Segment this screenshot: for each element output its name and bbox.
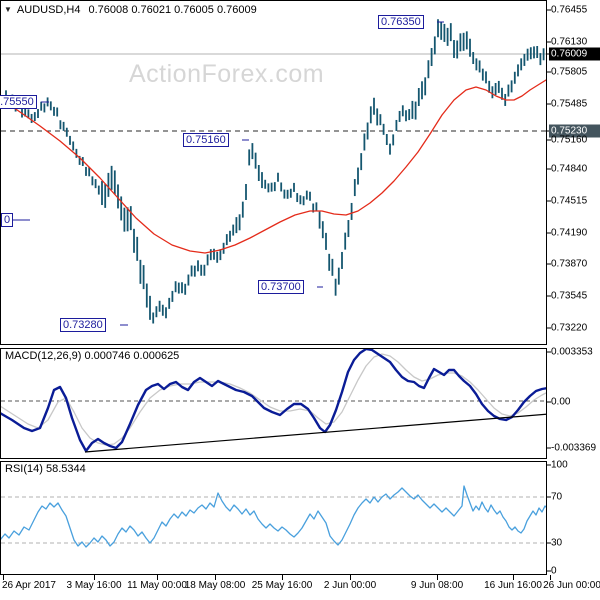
rsi-axis-label: 100 (551, 459, 568, 471)
date-axis-label: 11 May 00:00 (127, 580, 187, 591)
date-axis-label: 16 Jun 16:00 (484, 580, 542, 591)
watermark-text: ActionForex.com (129, 60, 325, 88)
price-axis-label: 0.76455 (551, 4, 588, 16)
date-axis-label: 2 Jun 00:00 (323, 580, 377, 591)
rsi-axis-label: 70 (551, 491, 563, 503)
price-tag-annotation: 0.75550 (0, 95, 37, 109)
date-axis-label: 9 Jun 08:00 (410, 580, 464, 591)
price-axis-label: 0.73545 (551, 290, 588, 302)
ohlc-readout: 0.76008 0.76021 0.76005 0.76009 (88, 4, 257, 16)
symbol-timeframe-label: AUDUSD,H4 (16, 4, 81, 16)
price-tag-annotation: 0.76350 (378, 15, 424, 29)
rsi-label: RSI(14) (5, 463, 43, 475)
price-axis-label: 0.74190 (551, 227, 588, 239)
price-tag-annotation: 0.75160 (183, 133, 229, 147)
date-axis-label: 25 May 16:00 (251, 580, 313, 591)
date-axis-label: 26 Jun 00:00 (543, 580, 600, 591)
price-axis-label: 0.75160 (551, 134, 588, 146)
date-axis-label: 26 Apr 2017 (2, 580, 56, 591)
price-axis-label: 0.73870 (551, 258, 588, 270)
chart-title-bar: ▼ AUDUSD,H4 0.76008 0.76021 0.76005 0.7600… (4, 4, 257, 16)
macd-values: 0.000746 0.000625 (84, 350, 180, 362)
macd-axis-label: 0.003353 (551, 346, 593, 358)
price-axis-label: 0.75805 (551, 66, 588, 78)
macd-label: MACD(12,26,9) (5, 350, 82, 362)
price-axis-label: 0.74515 (551, 195, 588, 207)
chart-canvas[interactable] (0, 0, 600, 600)
rsi-axis-label: 30 (551, 537, 563, 549)
rsi-value: 58.5344 (45, 463, 86, 475)
macd-axis-label: -0.003369 (551, 442, 597, 454)
price-axis-label: 0.73220 (551, 322, 588, 334)
price-axis-label: 0.74840 (551, 163, 588, 175)
forex-chart-window: ▼ AUDUSD,H4 0.76008 0.76021 0.76005 0.7600… (0, 0, 600, 600)
macd-indicator-title: MACD(12,26,9) 0.000746 0.000625 (5, 350, 179, 362)
date-axis-label: 18 May 08:00 (184, 580, 246, 591)
price-axis-label: 0.75485 (551, 98, 588, 110)
date-axis-label: 3 May 16:00 (66, 580, 122, 591)
price-tag-annotation: 0.73280 (60, 318, 106, 332)
price-tag-annotation: 0.73700 (258, 280, 304, 294)
rsi-indicator-title: RSI(14) 58.5344 (5, 463, 86, 475)
rsi-axis-label: 0 (551, 565, 557, 577)
macd-axis-label: 0.00 (551, 396, 571, 408)
collapse-triangle-icon[interactable]: ▼ (4, 5, 12, 14)
current-price-label: 0.76009 (549, 47, 600, 61)
price-tag-annotation: 0 (1, 213, 14, 227)
